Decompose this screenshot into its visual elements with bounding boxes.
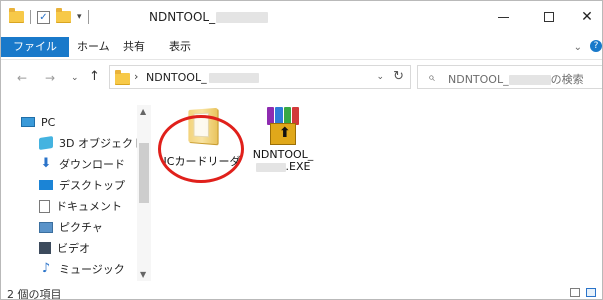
sidebar-item-label: ミュージック — [59, 263, 125, 276]
toolbar-divider — [87, 10, 89, 24]
tab-file[interactable]: ファイル — [1, 37, 69, 57]
address-dropdown-icon[interactable]: ⌄ — [376, 72, 384, 82]
forward-arrow-icon[interactable]: → — [45, 71, 55, 85]
close-button[interactable]: ✕ — [572, 1, 602, 33]
file-name: NDNTOOL_ .EXE — [248, 149, 318, 173]
search-placeholder-suffix: の検索 — [550, 73, 584, 86]
ribbon-tabs: ファイル ホーム 共有 表示 ⌄ ? — [1, 33, 602, 60]
folder-icon — [9, 8, 24, 23]
pictures-icon — [39, 221, 53, 233]
sidebar-item-pictures[interactable]: ピクチャ — [39, 218, 103, 236]
search-placeholder: NDNTOOL_ の検索 — [448, 71, 584, 87]
navigation-pane-scrollbar[interactable]: ▲ ▼ — [137, 105, 151, 281]
new-folder-icon[interactable] — [56, 8, 71, 23]
properties-check-icon[interactable]: ✓ — [37, 10, 50, 24]
redacted-text — [255, 162, 286, 172]
sidebar-item-3d-objects[interactable]: 3D オブジェクト — [39, 134, 144, 152]
sidebar-item-label: ドキュメント — [56, 200, 122, 213]
highlight-circle-annotation — [158, 115, 244, 183]
window-controls: ✕ — [480, 1, 602, 33]
tab-home[interactable]: ホーム — [67, 37, 120, 57]
status-bar: 2 個の項目 — [1, 285, 602, 300]
item-count: 2 個の項目 — [7, 288, 62, 300]
sidebar-item-music[interactable]: ♪ ミュージック — [39, 260, 125, 278]
desktop-icon — [39, 180, 53, 190]
pc-icon — [21, 117, 35, 127]
file-extension: .EXE — [285, 160, 311, 173]
redacted-text — [508, 75, 551, 85]
sidebar-item-pc[interactable]: PC — [21, 113, 55, 131]
video-icon — [39, 242, 51, 254]
refresh-icon[interactable]: ↻ — [393, 69, 404, 84]
search-input[interactable]: ⌕ NDNTOOL_ の検索 — [417, 65, 602, 89]
help-icon[interactable]: ? — [590, 40, 602, 52]
download-arrow-icon: ⬇ — [40, 156, 52, 171]
navigation-pane: PC 3D オブジェクト ⬇ ダウンロード デスクトップ ドキュメント ピクチャ… — [1, 105, 151, 287]
sidebar-item-label: PC — [41, 115, 56, 129]
sidebar-item-label: ダウンロード — [59, 158, 125, 171]
sidebar-item-label: 3D オブジェクト — [59, 137, 144, 150]
3d-objects-icon — [39, 136, 53, 150]
title-bar[interactable]: ✓ ▾ NDNTOOL_ ✕ — [1, 1, 602, 33]
music-note-icon: ♪ — [41, 261, 51, 276]
winrar-archive-icon: ⬆ — [264, 107, 302, 147]
breadcrumb-separator-icon[interactable]: › — [134, 70, 138, 83]
scroll-down-icon[interactable]: ▼ — [140, 270, 146, 279]
tab-view[interactable]: 表示 — [159, 37, 201, 57]
up-arrow-icon[interactable]: ↑ — [89, 69, 100, 84]
sidebar-item-documents[interactable]: ドキュメント — [39, 197, 122, 215]
scrollbar-thumb[interactable] — [139, 143, 149, 203]
archive-crate-icon: ⬆ — [270, 123, 296, 145]
sidebar-item-label: ピクチャ — [59, 221, 103, 234]
extract-arrow-icon: ⬆ — [279, 125, 291, 141]
sidebar-item-downloads[interactable]: ⬇ ダウンロード — [39, 155, 125, 173]
sidebar-item-label: デスクトップ — [59, 179, 125, 192]
large-icons-view-icon[interactable] — [586, 288, 596, 297]
sidebar-item-videos[interactable]: ビデオ — [39, 239, 90, 257]
expand-ribbon-icon[interactable]: ⌄ — [574, 42, 582, 53]
maximize-button[interactable] — [526, 1, 572, 33]
breadcrumb[interactable]: NDNTOOL_ — [146, 71, 259, 84]
file-name-line2: .EXE — [248, 161, 318, 173]
tab-share[interactable]: 共有 — [113, 37, 155, 57]
window-title: NDNTOOL_ — [149, 10, 269, 24]
quick-access-toolbar: ✓ ▾ — [9, 8, 95, 24]
toolbar-divider — [30, 10, 31, 24]
close-icon: ✕ — [581, 9, 593, 25]
maximize-icon — [544, 12, 554, 22]
address-path: NDNTOOL_ — [146, 71, 207, 84]
customize-toolbar-dropdown-icon[interactable]: ▾ — [77, 11, 82, 23]
document-icon — [39, 199, 50, 213]
scroll-up-icon[interactable]: ▲ — [140, 107, 146, 116]
window-title-text: NDNTOOL_ — [149, 10, 216, 24]
search-placeholder-prefix: NDNTOOL_ — [448, 73, 509, 86]
sidebar-item-label: ビデオ — [57, 242, 90, 255]
search-icon: ⌕ — [428, 70, 435, 84]
minimize-icon — [497, 16, 509, 18]
minimize-button[interactable] — [480, 1, 526, 33]
explorer-window: ✓ ▾ NDNTOOL_ ✕ ファイル ホーム 共有 表示 ⌄ ? ← → ⌄ … — [0, 0, 603, 300]
details-view-icon[interactable] — [570, 288, 580, 297]
redacted-text — [208, 73, 259, 83]
navigation-bar: ← → ⌄ ↑ › NDNTOOL_ ⌄ ↻ ⌕ NDNTOOL_ の検索 — [1, 60, 602, 96]
address-bar[interactable]: › NDNTOOL_ ⌄ ↻ — [109, 65, 411, 89]
recent-locations-chevron-icon[interactable]: ⌄ — [71, 73, 79, 83]
sidebar-item-desktop[interactable]: デスクトップ — [39, 176, 125, 194]
file-list: ICカードリーダ ⬆ NDNTOOL_ .EXE — [152, 97, 602, 287]
back-arrow-icon[interactable]: ← — [17, 71, 27, 85]
folder-icon — [115, 70, 130, 85]
redacted-text — [216, 12, 269, 23]
list-item-exe[interactable]: ⬆ NDNTOOL_ .EXE — [248, 107, 318, 173]
